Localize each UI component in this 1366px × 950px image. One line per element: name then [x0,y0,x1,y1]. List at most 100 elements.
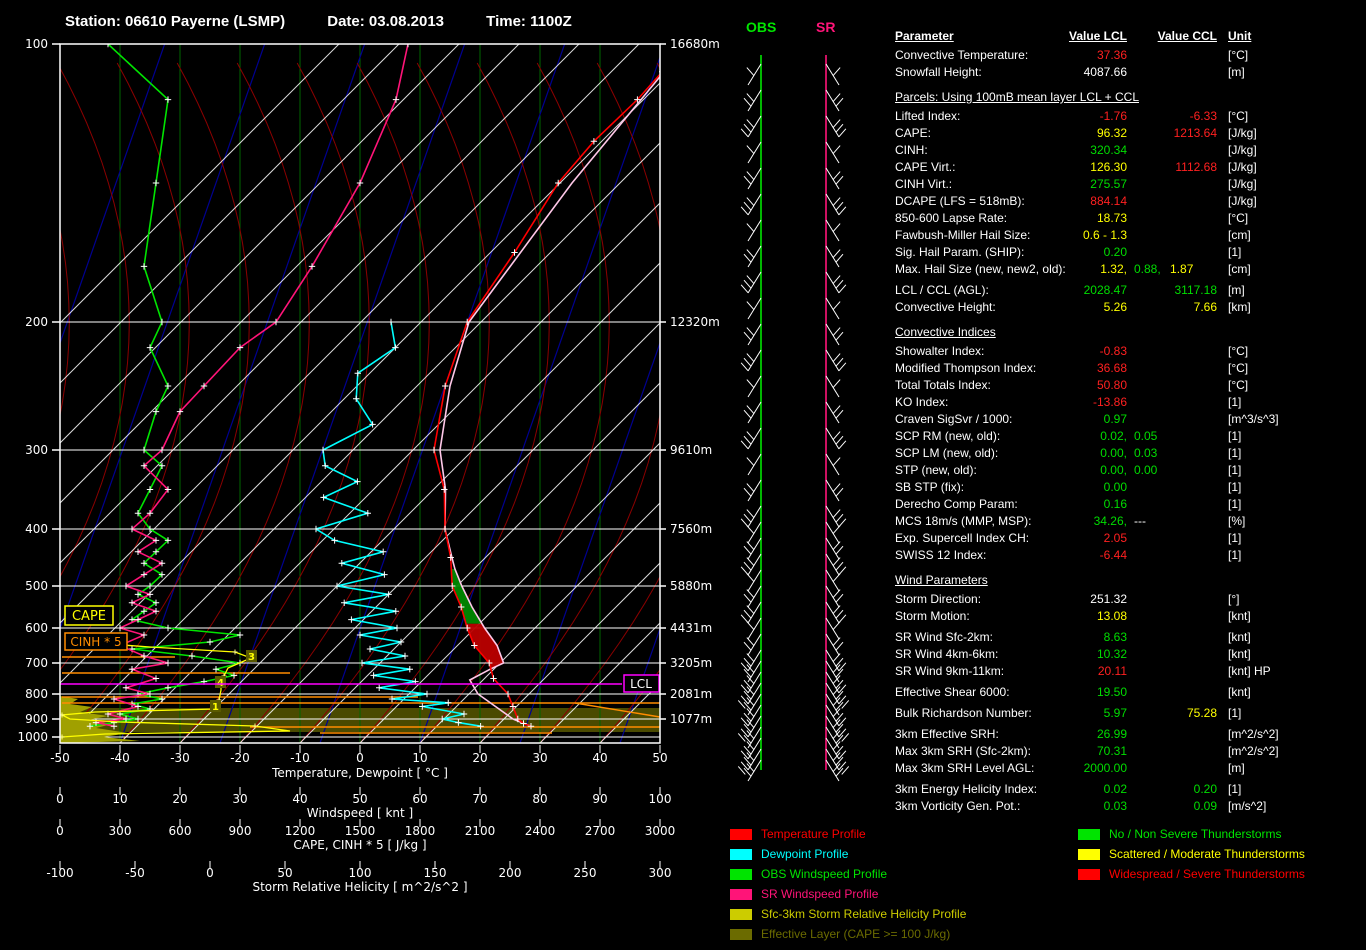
profile-legend-item: OBS Windspeed Profile [730,864,966,884]
profile-legend-item: Sfc-3km Storm Relative Helicity Profile [730,904,966,924]
svg-text:2700: 2700 [585,824,616,838]
value-lcl: 36.68 [895,360,1127,377]
svg-text:50: 50 [352,792,367,806]
value-lcl: 4087.66 [895,64,1127,81]
value-lcl: 0.6 - 1.3 [895,227,1127,244]
legend-swatch-icon [1078,829,1100,840]
panel-section-title: Convective Indices [895,324,1360,343]
svg-text:0: 0 [356,751,364,765]
unit-label: [1] [1228,705,1241,722]
parameter-row: Sig. Hail Param. (SHIP):0.20[1] [895,244,1360,261]
parameter-row: SR Wind 4km-6km:10.32[knt] [895,646,1360,663]
cape-box-label: CAPE [72,609,106,624]
parameter-row: Storm Motion:13.08[knt] [895,608,1360,625]
unit-label: [knt] [1228,608,1251,625]
svg-text:20: 20 [472,751,487,765]
legend-swatch-icon [730,829,752,840]
parameter-row: Exp. Supercell Index CH:2.05[1] [895,530,1360,547]
svg-text:200: 200 [25,315,48,329]
parameter-row: Snowfall Height:4087.66[m] [895,64,1360,81]
unit-label: [°] [1228,591,1239,608]
svg-text:3000: 3000 [645,824,676,838]
svg-text:90: 90 [592,792,607,806]
sr-windspeed-curve [93,41,411,730]
x-axis-title: CAPE, CINH * 5 [ J/kg ] [293,838,426,852]
severity-legend-item: Scattered / Moderate Thunderstorms [1078,844,1305,864]
value-lcl: 8.63 [895,629,1127,646]
parameter-row: 3km Energy Helicity Index:0.020.20[1] [895,781,1360,798]
svg-text:20: 20 [172,792,187,806]
unit-label: [knt] [1228,629,1251,646]
svg-text:0: 0 [206,866,214,880]
x-axis-cape: 03006009001200150018002100240027003000CA… [56,819,675,852]
unit-label: [m^2/s^2] [1228,726,1279,743]
parameter-row: Convective Temperature:37.36[°C] [895,47,1360,64]
profile-point-marker: 1 [210,700,221,713]
panel-section-title: Parcels: Using 100mB mean layer LCL + CC… [895,89,1360,108]
time-title: Time: 1100Z [486,13,572,30]
height-axis-labels: 16680m12320m9610m7560m5880m4431m3205m208… [660,37,720,726]
profile-legend-item: Dewpoint Profile [730,844,966,864]
svg-text:600: 600 [169,824,192,838]
value-ccl: 7.66 [895,299,1217,316]
value-lcl: 0.97 [895,411,1127,428]
legend-swatch-icon [730,869,752,880]
svg-text:60: 60 [412,792,427,806]
app-window: 341LCLCAPECINH * 51002003004005006007008… [0,0,1366,950]
svg-text:5880m: 5880m [670,579,712,593]
unit-label: [J/kg] [1228,142,1257,159]
station-title: Station: 06610 Payerne (LSMP) [65,13,285,30]
panel-rows: Convective Temperature:37.36[°C]Snowfall… [895,47,1360,815]
parameter-row: CINH:320.34[J/kg] [895,142,1360,159]
svg-text:12320m: 12320m [670,315,720,329]
parameter-row: 3km Effective SRH:26.99[m^2/s^2] [895,726,1360,743]
svg-text:-100: -100 [46,866,73,880]
value-lcl: 1.32, [895,261,1127,278]
value-lcl: -0.83 [895,343,1127,360]
value-lcl: 70.31 [895,743,1127,760]
svg-text:1077m: 1077m [670,712,712,726]
panel-section-title: Wind Parameters [895,572,1360,591]
value-lcl-extra: --- [1134,513,1152,530]
parameter-row: Convective Height:5.267.66[km] [895,299,1360,316]
profile-legend: Temperature ProfileDewpoint ProfileOBS W… [730,824,966,944]
parameter-row: Max. Hail Size (new, new2, old):1.32,0.8… [895,261,1360,278]
parameter-row: LCL / CCL (AGL):2028.473117.18[m] [895,282,1360,299]
parameter-row: KO Index:-13.86[1] [895,394,1360,411]
parameter-row: DCAPE (LFS = 518mB):884.14[J/kg] [895,193,1360,210]
svg-text:1: 1 [212,702,219,713]
value-lcl: 20.11 [895,663,1127,680]
svg-text:16680m: 16680m [670,37,720,51]
svg-text:900: 900 [229,824,252,838]
value-lcl: 2000.00 [895,760,1127,777]
legend-swatch-icon [730,849,752,860]
unit-label: [1] [1228,462,1241,479]
unit-label: [%] [1228,513,1245,530]
profile-legend-item: Temperature Profile [730,824,966,844]
legend-swatch-icon [730,929,752,940]
legend-swatch-icon [1078,849,1100,860]
parameter-row: STP (new, old):0.00,0.00[1] [895,462,1360,479]
pressure-axis-labels: 1002003004005006007008009001000 [17,37,60,744]
x-axis-srh: -100-50050100150200250300Storm Relative … [46,861,671,894]
svg-text:200: 200 [499,866,522,880]
unit-label: [cm] [1228,227,1251,244]
unit-label: [m^2/s^2] [1228,743,1279,760]
svg-text:-30: -30 [170,751,190,765]
value-lcl: -6.44 [895,547,1127,564]
value-ccl: 1112.68 [895,159,1217,176]
value-lcl: 0.16 [895,496,1127,513]
legend-label: Scattered / Moderate Thunderstorms [1109,847,1305,861]
legend-label: Effective Layer (CAPE >= 100 J/kg) [761,927,950,941]
value-ccl: 0.09 [895,798,1217,815]
svg-text:50: 50 [277,866,292,880]
svg-text:-10: -10 [290,751,310,765]
unit-label: [1] [1228,394,1241,411]
parameter-row: Total Totals Index:50.80[°C] [895,377,1360,394]
svg-text:30: 30 [232,792,247,806]
parameter-row: Fawbush-Miller Hail Size:0.6 - 1.3[cm] [895,227,1360,244]
svg-text:250: 250 [574,866,597,880]
parameter-row: 3km Vorticity Gen. Pot.:0.030.09[m/s^2] [895,798,1360,815]
parameter-row: CAPE:96.321213.64[J/kg] [895,125,1360,142]
parameter-row: Bulk Richardson Number:5.9775.28[1] [895,705,1360,722]
